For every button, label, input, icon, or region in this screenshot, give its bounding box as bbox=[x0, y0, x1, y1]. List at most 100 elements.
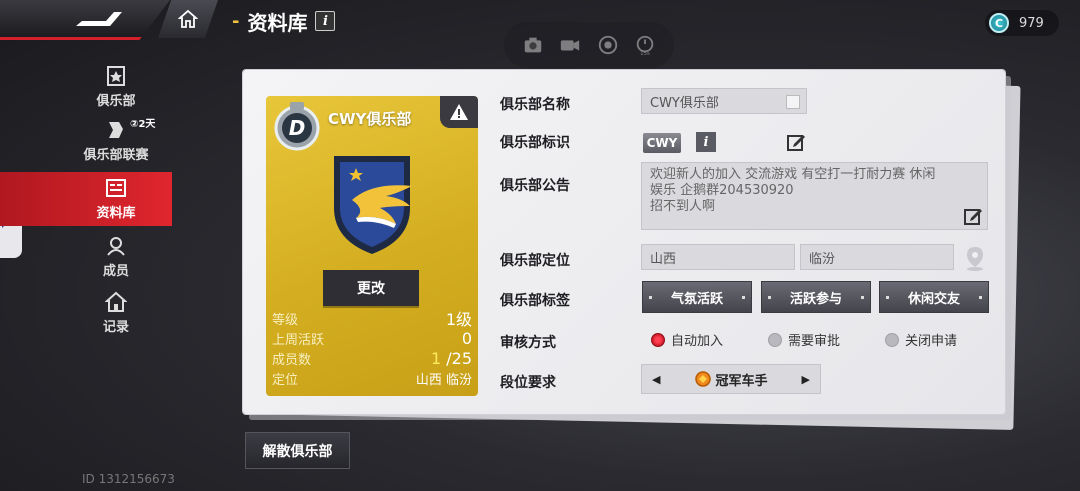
province-select[interactable]: 山西 bbox=[641, 244, 795, 270]
checkbox-icon bbox=[786, 95, 800, 109]
league-icon bbox=[109, 122, 123, 138]
champion-rank-icon bbox=[695, 371, 712, 387]
city-select[interactable]: 临汾 bbox=[800, 244, 954, 270]
tag-button[interactable]: 休闲交友 bbox=[879, 281, 989, 313]
tag-button[interactable]: 气氛活跃 bbox=[642, 281, 752, 313]
rank-requirement-select: ◀ 冠军车手 ▶ bbox=[641, 364, 821, 394]
coin-amount: 979 bbox=[1019, 15, 1044, 31]
sidebar-item-label: 成员 bbox=[102, 264, 129, 279]
warning-icon bbox=[450, 104, 468, 120]
edit-notice-icon[interactable] bbox=[964, 207, 982, 225]
sidebar-item-label: 记录 bbox=[102, 320, 129, 335]
user-id: ID 1312156673 bbox=[82, 472, 175, 486]
rank-badge-icon: D bbox=[274, 102, 320, 151]
page-title-text: 资料库 bbox=[247, 10, 308, 35]
radio-dot bbox=[885, 332, 899, 347]
rank-value-group: 冠军车手 bbox=[694, 370, 768, 389]
members-max: /25 bbox=[446, 348, 472, 368]
stat-value: 0 bbox=[461, 328, 472, 348]
report-button[interactable] bbox=[440, 96, 478, 128]
city-value: 临汾 bbox=[809, 251, 836, 267]
stat-value: 山西 临汾 bbox=[415, 372, 472, 388]
sidebar-item-members[interactable]: 成员 bbox=[60, 230, 172, 284]
club-notice-field[interactable]: 欢迎新人的加入 交流游戏 有空打一打耐力赛 休闲 娱乐 企鹅群204530920… bbox=[641, 162, 988, 230]
stat-level: 等级 1级 bbox=[272, 308, 472, 329]
review-method-label: 审核方式 bbox=[500, 335, 556, 351]
game-logo-tab bbox=[0, 0, 170, 40]
stat-label: 定位 bbox=[272, 372, 299, 388]
stat-value: 1级 bbox=[445, 310, 472, 329]
next-arrow-icon[interactable]: ▶ bbox=[802, 373, 810, 386]
province-value: 山西 bbox=[650, 251, 677, 267]
record-icon[interactable] bbox=[596, 33, 620, 57]
stat-label: 等级 bbox=[272, 312, 299, 328]
home-icon bbox=[178, 9, 198, 28]
club-tag-badge: CWY bbox=[643, 133, 681, 153]
stat-activity: 上周活跃 0 bbox=[272, 328, 472, 348]
club-name-label: 俱乐部名称 bbox=[500, 97, 570, 113]
sidebar-item-database[interactable]: 资料库 bbox=[0, 172, 172, 226]
club-tags-label: 俱乐部标签 bbox=[500, 293, 570, 309]
change-emblem-button[interactable]: 更改 bbox=[323, 270, 419, 306]
members-icon bbox=[107, 237, 125, 256]
sidebar-item-club[interactable]: 俱乐部 bbox=[60, 60, 172, 114]
tag-button[interactable]: 活跃参与 bbox=[761, 281, 871, 313]
camera-icon[interactable] bbox=[521, 33, 545, 57]
rank-requirement-label: 段位要求 bbox=[500, 375, 556, 391]
club-name: CWY俱乐部 bbox=[328, 110, 412, 128]
stat-label: 上周活跃 bbox=[272, 332, 325, 348]
timer-icon[interactable]: 15s bbox=[633, 33, 657, 57]
timer-label: 15s bbox=[640, 51, 650, 56]
radio-close-apply[interactable]: 关闭申请 bbox=[885, 330, 957, 349]
sidebar: 俱乐部 俱乐部联赛 资料库 成员 记录 bbox=[0, 52, 172, 352]
club-name-value: CWY俱乐部 bbox=[650, 95, 719, 111]
records-icon bbox=[105, 291, 127, 312]
radio-auto-join[interactable]: 自动加入 bbox=[651, 330, 723, 349]
club-notice-label: 俱乐部公告 bbox=[500, 178, 570, 194]
capture-toolbar: 15s bbox=[504, 22, 674, 68]
club-icon bbox=[107, 66, 125, 86]
stat-members: 成员数 1 /25 bbox=[272, 348, 472, 368]
prev-arrow-icon[interactable]: ◀ bbox=[652, 373, 660, 386]
radio-label: 需要审批 bbox=[788, 334, 841, 349]
rank-letter: D bbox=[289, 116, 306, 140]
sidebar-item-label: 俱乐部联赛 bbox=[83, 148, 149, 163]
notice-line: 娱乐 企鹅群204530920 bbox=[650, 183, 794, 198]
radio-dot bbox=[651, 332, 665, 347]
dissolve-club-button[interactable]: 解散俱乐部 bbox=[245, 432, 350, 469]
coin-balance[interactable]: C 979 bbox=[985, 10, 1059, 36]
title-dash: - bbox=[232, 10, 240, 32]
stat-value: 1 /25 bbox=[431, 349, 472, 368]
location-pin-icon[interactable] bbox=[963, 245, 987, 271]
league-timer-badge: ②2天 bbox=[130, 119, 156, 130]
sidebar-item-label: 俱乐部 bbox=[96, 94, 136, 109]
club-name-field[interactable]: CWY俱乐部 bbox=[641, 88, 807, 114]
video-icon[interactable] bbox=[558, 33, 582, 57]
club-card: D CWY俱乐部 更改 等级 1级 上周活跃 0 成员数 1 /25 定位 山西… bbox=[266, 96, 478, 396]
radio-dot bbox=[768, 332, 782, 347]
radio-label: 自动加入 bbox=[671, 334, 724, 349]
radio-need-approval[interactable]: 需要审批 bbox=[768, 330, 840, 349]
database-icon bbox=[105, 179, 126, 197]
club-location-label: 俱乐部定位 bbox=[500, 253, 570, 269]
top-bar: - 资料库 i 15s C 979 bbox=[0, 0, 1080, 68]
club-stats: 等级 1级 上周活跃 0 成员数 1 /25 定位 山西 临汾 bbox=[272, 308, 472, 388]
game-logo-icon bbox=[76, 12, 122, 26]
rank-value: 冠军车手 bbox=[715, 373, 768, 389]
stat-label: 成员数 bbox=[272, 352, 312, 368]
coin-icon: C bbox=[989, 13, 1009, 33]
edit-tag-icon[interactable] bbox=[787, 133, 805, 151]
home-button[interactable] bbox=[158, 0, 218, 38]
sidebar-item-records[interactable]: 记录 bbox=[60, 286, 172, 340]
radio-label: 关闭申请 bbox=[905, 334, 958, 349]
info-button[interactable]: i bbox=[315, 11, 336, 31]
tag-info-button[interactable]: i bbox=[696, 132, 716, 152]
notice-line: 欢迎新人的加入 交流游戏 有空打一打耐力赛 休闲 bbox=[650, 167, 936, 182]
page-title: - 资料库 i bbox=[232, 6, 336, 36]
club-tag-label: 俱乐部标识 bbox=[500, 135, 570, 151]
sidebar-item-label: 资料库 bbox=[96, 206, 136, 221]
stat-location: 定位 山西 临汾 bbox=[272, 368, 472, 388]
notice-line: 招不到人啊 bbox=[650, 199, 716, 214]
club-emblem-icon bbox=[334, 156, 412, 254]
members-current: 1 bbox=[430, 348, 442, 368]
